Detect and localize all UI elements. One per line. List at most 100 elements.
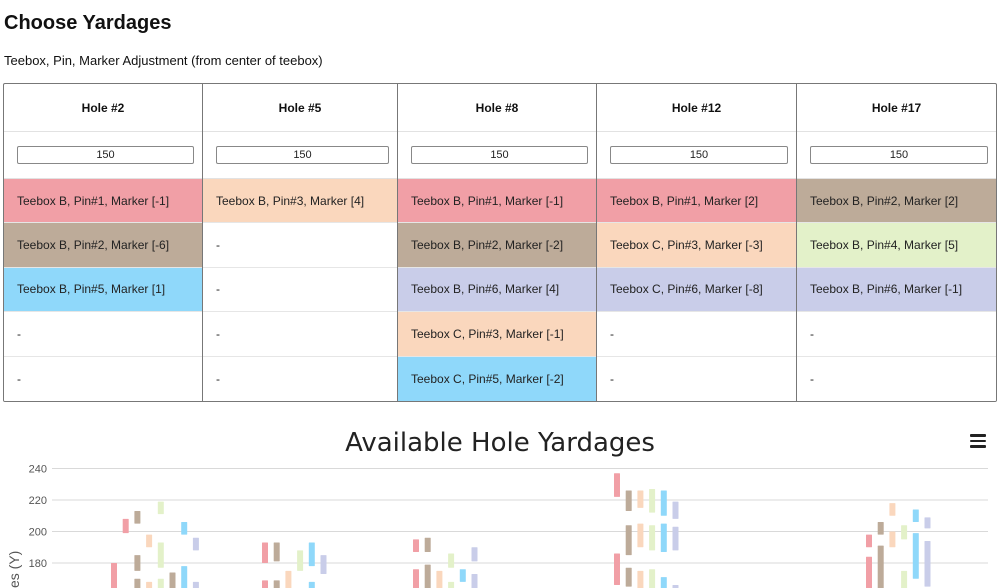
option-cell[interactable]: Teebox B, Pin#4, Marker [5] [797,223,996,268]
chart-bar [192,581,199,588]
chart-bar [614,553,620,586]
hole-header: Hole #2 [4,84,202,132]
chart-bar [448,581,455,588]
hole-header: Hole #5 [203,84,397,132]
option-cell: - [203,312,397,357]
chart-bar [924,517,931,529]
hole-column: Hole #5Teebox B, Pin#3, Marker [4]---- [203,84,398,401]
yardage-input[interactable] [810,146,988,164]
chart-bar [297,550,304,571]
option-cell: - [203,223,397,268]
option-cell[interactable]: Teebox B, Pin#3, Marker [4] [203,179,397,224]
chart-bar [889,531,896,548]
hole-column: Hole #12Teebox B, Pin#1, Marker [2]Teebo… [597,84,797,401]
chart-bar [262,580,268,588]
option-cell[interactable]: Teebox B, Pin#6, Marker [-1] [797,267,996,313]
y-tick-label: 200 [29,527,47,539]
hole-column: Hole #17Teebox B, Pin#2, Marker [2]Teebo… [797,84,996,401]
chart-bar [273,542,280,562]
chart-bar [901,570,908,588]
yardage-input-row [398,132,596,179]
chart-bar [614,473,620,497]
option-cell[interactable]: Teebox C, Pin#3, Marker [-1] [398,312,596,357]
option-cell[interactable]: Teebox B, Pin#2, Marker [-6] [4,223,202,268]
hamburger-menu-icon[interactable] [970,434,986,448]
y-tick-label: 220 [29,495,47,507]
page-title: Choose Yardages [4,12,172,34]
chart-bar [912,533,919,579]
chart-bar [122,518,129,534]
yardage-input[interactable] [17,146,194,164]
chart-bar [413,569,419,588]
chart-bar [471,574,478,588]
chart-bar [866,556,872,588]
yardage-input[interactable] [610,146,788,164]
option-cell[interactable]: Teebox B, Pin#5, Marker [1] [4,267,202,313]
chart-bar [877,545,884,588]
yardage-input[interactable] [411,146,588,164]
chart-bar [308,542,315,567]
hole-column: Hole #8Teebox B, Pin#1, Marker [-1]Teebo… [398,84,597,401]
chart-bar [157,542,164,568]
option-cell[interactable]: Teebox C, Pin#5, Marker [-2] [398,356,596,401]
chart-bar [285,570,292,588]
option-cell[interactable]: Teebox B, Pin#1, Marker [-1] [398,179,596,224]
option-cell: - [4,312,202,357]
chart-bar [134,578,141,588]
chart-bar [448,553,455,568]
chart-bar [181,522,188,535]
chart-bar [637,490,644,508]
chart-bar [471,547,478,562]
chart-bar [912,509,919,523]
chart-bar [436,570,443,588]
chart-bar [181,566,188,588]
option-cell: - [597,312,796,357]
yardage-input-row [4,132,202,179]
yardage-input[interactable] [216,146,389,164]
chart-bar [889,503,896,516]
chart-bar [672,501,679,519]
y-axis-label: es (Y) [6,551,22,588]
option-cell: - [4,356,202,401]
chart-bar [660,523,667,552]
chart-bar [192,537,199,551]
option-cell[interactable]: Teebox C, Pin#3, Marker [-3] [597,223,796,268]
chart-bar [866,534,872,548]
chart-bar [625,525,632,556]
option-cell[interactable]: Teebox B, Pin#2, Marker [-2] [398,223,596,268]
chart-bar [134,555,141,571]
chart-bar [146,581,153,588]
yardage-input-row [597,132,796,179]
chart-bar [637,523,644,548]
option-cell[interactable]: Teebox B, Pin#2, Marker [2] [797,179,996,224]
option-cell: - [797,356,996,401]
chart-title: Available Hole Yardages [345,428,655,458]
hole-column: Hole #2Teebox B, Pin#1, Marker [-1]Teebo… [4,84,203,401]
option-cell[interactable]: Teebox B, Pin#1, Marker [-1] [4,179,202,224]
chart-bar [273,580,280,588]
chart-bar [413,539,419,552]
hole-header: Hole #17 [797,84,996,132]
option-cell[interactable]: Teebox B, Pin#1, Marker [2] [597,179,796,224]
chart-bar [169,572,176,588]
chart-bar [637,570,644,588]
chart-bar [262,542,268,563]
chart-bar [660,577,667,588]
option-cell: - [597,356,796,401]
option-cell: - [797,312,996,357]
chart-bar [459,569,466,582]
chart-bar [146,534,153,548]
chart-bar [625,567,632,587]
chart-bar [649,525,656,551]
chart-bar [901,525,908,540]
chart-bar [424,537,431,552]
hole-header: Hole #12 [597,84,796,132]
chart-bar [924,540,931,587]
option-cell[interactable]: Teebox C, Pin#6, Marker [-8] [597,267,796,313]
hole-header: Hole #8 [398,84,596,132]
option-cell[interactable]: Teebox B, Pin#6, Marker [4] [398,267,596,313]
yardage-input-row [203,132,397,179]
chart-bar [308,581,315,588]
y-tick-label: 180 [29,558,47,570]
option-cell: - [203,356,397,401]
